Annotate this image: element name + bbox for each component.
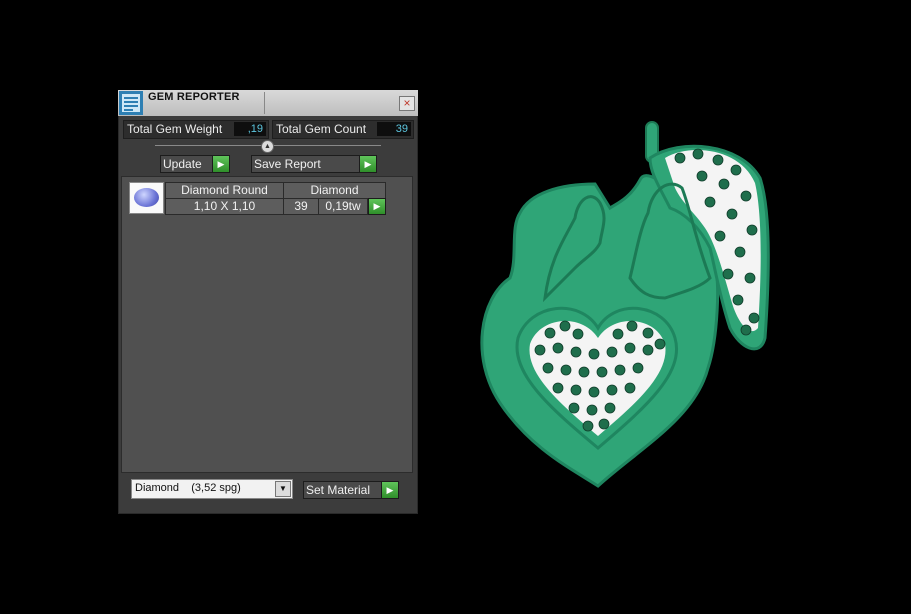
play-arrow-icon[interactable]: ▶ [212,155,230,173]
gem-type-header: Diamond Round [165,182,284,199]
total-gem-weight-value: ,19 [234,122,266,136]
total-gem-weight-label: Total Gem Weight [127,122,223,136]
save-report-label: Save Report [254,157,321,171]
gem-material-header: Diamond [283,182,386,199]
set-material-label: Set Material [306,483,371,497]
material-selected-value: Diamond (3,52 spg) [135,482,241,494]
gem-count-cell: 39 [283,198,319,215]
total-gem-count-label: Total Gem Count [276,122,367,136]
gem-list[interactable]: Diamond Round Diamond 1,10 X 1,10 39 0,1… [121,176,413,473]
save-report-button[interactable]: Save Report ▶ [251,155,377,173]
total-gem-count-value: 39 [377,122,411,136]
material-select[interactable]: Diamond (3,52 spg) ▼ [131,479,293,499]
title-separator [264,92,265,114]
update-label: Update [163,157,202,171]
set-material-button[interactable]: Set Material ▶ [303,481,399,499]
total-gem-count-box: Total Gem Count 39 [272,120,414,139]
gem-reporter-panel: GEM REPORTER × Total Gem Weight ,19 Tota… [118,90,418,514]
close-icon[interactable]: × [399,96,415,111]
total-gem-weight-box: Total Gem Weight ,19 [123,120,269,139]
gem-size-cell: 1,10 X 1,10 [165,198,284,215]
gem-reporter-logo-icon [119,91,143,115]
diamond-round-thumbnail-icon[interactable] [129,182,164,214]
play-arrow-icon[interactable]: ▶ [368,198,386,215]
title-bar[interactable]: GEM REPORTER × [118,90,418,116]
play-arrow-icon[interactable]: ▶ [359,155,377,173]
window-title: GEM REPORTER [148,91,240,103]
couple-heart-pendant-model[interactable] [470,118,780,498]
round-gem-icon [134,188,159,207]
gem-weight-cell: 0,19tw [318,198,368,215]
play-arrow-icon[interactable]: ▶ [381,481,399,499]
update-button[interactable]: Update ▶ [160,155,230,173]
collapse-arrow-icon[interactable]: ▲ [261,140,274,153]
chevron-down-icon[interactable]: ▼ [275,481,291,497]
